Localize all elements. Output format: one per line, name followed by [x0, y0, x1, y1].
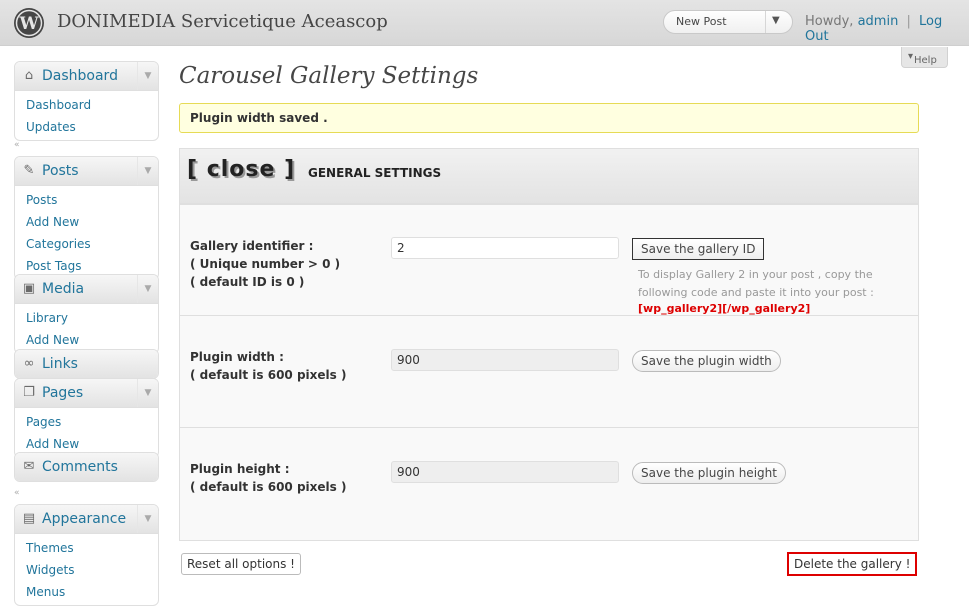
shortcode-text: [wp_gallery2][/wp_gallery2]: [638, 302, 811, 315]
menu-head-media[interactable]: ▣ Media ▼: [15, 275, 158, 304]
plugin-width-label: Plugin width : ( default is 600 pixels ): [190, 348, 346, 384]
home-icon: ⌂: [24, 68, 34, 83]
label-line: ( default is 600 pixels ): [190, 480, 347, 494]
menu-dashboard: ⌂ Dashboard ▼ Dashboard Updates: [14, 61, 159, 141]
comment-icon: ✉: [23, 459, 35, 474]
menu-label-comments[interactable]: Comments: [42, 459, 118, 475]
menu-appearance: ▤ Appearance ▼ Themes Widgets Menus: [14, 504, 159, 606]
menu-head-links[interactable]: ∞ Links: [15, 350, 158, 378]
notice-text: Plugin width saved .: [190, 111, 328, 125]
menu-toggle-icon[interactable]: ▼: [137, 505, 158, 533]
gallery-id-input[interactable]: [391, 237, 619, 259]
menu-label-posts[interactable]: Posts: [42, 163, 79, 179]
menu-head-dashboard[interactable]: ⌂ Dashboard ▼: [15, 62, 158, 91]
sidebar-item-widgets[interactable]: Widgets: [15, 559, 158, 581]
appearance-icon: ▤: [22, 511, 36, 526]
new-post-dropdown[interactable]: New Post ▼: [663, 10, 793, 34]
sidebar-item-add-new-media[interactable]: Add New: [15, 329, 158, 351]
pages-icon: ❐: [23, 385, 35, 400]
label-line: Plugin width :: [190, 350, 284, 364]
close-button[interactable]: [ close ]: [187, 157, 297, 189]
plugin-width-input[interactable]: [391, 349, 619, 371]
menu-label-appearance[interactable]: Appearance: [42, 511, 126, 527]
label-line: ( default ID is 0 ): [190, 275, 305, 289]
label-line: ( default is 600 pixels ): [190, 368, 347, 382]
save-gallery-id-button[interactable]: Save the gallery ID: [632, 238, 765, 260]
menu-head-pages[interactable]: ❐ Pages ▼: [15, 379, 158, 408]
menu-links: ∞ Links: [14, 349, 159, 379]
sidebar-item-library[interactable]: Library: [15, 307, 158, 329]
help-label[interactable]: Help: [914, 55, 937, 66]
plugin-height-input[interactable]: [391, 461, 619, 483]
dropdown-divider: [765, 11, 766, 33]
sidebar-item-themes[interactable]: Themes: [15, 537, 158, 559]
menu-media: ▣ Media ▼ Library Add New: [14, 274, 159, 354]
new-post-label[interactable]: New Post: [676, 15, 727, 28]
sidebar-item-categories[interactable]: Categories: [15, 233, 158, 255]
page-title: Carousel Gallery Settings: [179, 63, 479, 89]
greeting-separator: |: [906, 14, 911, 29]
sidebar-item-dashboard[interactable]: Dashboard: [15, 94, 158, 116]
media-icon: ▣: [22, 281, 36, 296]
updated-notice: Plugin width saved .: [179, 103, 919, 133]
sidebar-item-add-new-post[interactable]: Add New: [15, 211, 158, 233]
wordpress-logo-icon[interactable]: W: [13, 7, 45, 39]
pin-icon: ✎: [23, 163, 35, 178]
user-greeting: Howdy, admin | Log Out: [805, 14, 969, 44]
menu-posts: ✎ Posts ▼ Posts Add New Categories Post …: [14, 156, 159, 280]
admin-header: W DONIMEDIA Servicetique Aceascop New Po…: [0, 0, 969, 46]
menu-toggle-icon[interactable]: ▼: [137, 157, 158, 185]
label-line: ( Unique number > 0 ): [190, 257, 341, 271]
menu-label-dashboard[interactable]: Dashboard: [42, 68, 118, 84]
gallery-id-row: Gallery identifier : ( Unique number > 0…: [180, 204, 918, 316]
menu-head-appearance[interactable]: ▤ Appearance ▼: [15, 505, 158, 534]
reset-options-button[interactable]: Reset all options !: [181, 553, 301, 575]
menu-comments: ✉ Comments: [14, 452, 159, 482]
howdy-text: Howdy,: [805, 14, 854, 29]
menu-label-links[interactable]: Links: [42, 356, 78, 372]
label-line: Gallery identifier :: [190, 239, 314, 253]
help-tab[interactable]: Help ▾: [901, 47, 948, 68]
delete-gallery-button[interactable]: Delete the gallery !: [787, 552, 918, 576]
save-plugin-width-button[interactable]: Save the plugin width: [632, 350, 781, 372]
menu-label-media[interactable]: Media: [42, 281, 84, 297]
panel-title: GENERAL SETTINGS: [308, 166, 442, 180]
menu-pages: ❐ Pages ▼ Pages Add New: [14, 378, 159, 458]
settings-panel: [ close ] GENERAL SETTINGS Gallery ident…: [179, 148, 919, 541]
menu-head-posts[interactable]: ✎ Posts ▼: [15, 157, 158, 186]
collapse-menu-icon[interactable]: «: [14, 140, 26, 150]
sidebar-item-updates[interactable]: Updates: [15, 116, 158, 138]
shortcode-hint: To display Gallery 2 in your post , copy…: [638, 268, 874, 299]
plugin-width-row: Plugin width : ( default is 600 pixels )…: [180, 315, 918, 427]
link-icon: ∞: [23, 356, 35, 371]
chevron-down-icon[interactable]: ▼: [772, 15, 780, 26]
panel-header: [ close ] GENERAL SETTINGS: [180, 149, 918, 204]
gallery-id-label: Gallery identifier : ( Unique number > 0…: [190, 237, 340, 291]
collapse-menu-icon[interactable]: «: [14, 488, 26, 498]
svg-text:W: W: [18, 14, 39, 34]
plugin-height-label: Plugin height : ( default is 600 pixels …: [190, 460, 346, 496]
label-line: Plugin height :: [190, 462, 290, 476]
site-title[interactable]: DONIMEDIA Servicetique Aceascop: [57, 11, 388, 32]
sidebar-item-posts[interactable]: Posts: [15, 189, 158, 211]
menu-toggle-icon[interactable]: ▼: [137, 275, 158, 303]
save-plugin-height-button[interactable]: Save the plugin height: [632, 462, 786, 484]
plugin-height-row: Plugin height : ( default is 600 pixels …: [180, 427, 918, 539]
sidebar-item-pages[interactable]: Pages: [15, 411, 158, 433]
menu-toggle-icon[interactable]: ▼: [137, 379, 158, 407]
username-link[interactable]: admin: [858, 14, 899, 29]
menu-toggle-icon[interactable]: ▼: [137, 62, 158, 90]
menu-head-comments[interactable]: ✉ Comments: [15, 453, 158, 481]
sidebar-item-menus[interactable]: Menus: [15, 581, 158, 603]
menu-label-pages[interactable]: Pages: [42, 385, 83, 401]
